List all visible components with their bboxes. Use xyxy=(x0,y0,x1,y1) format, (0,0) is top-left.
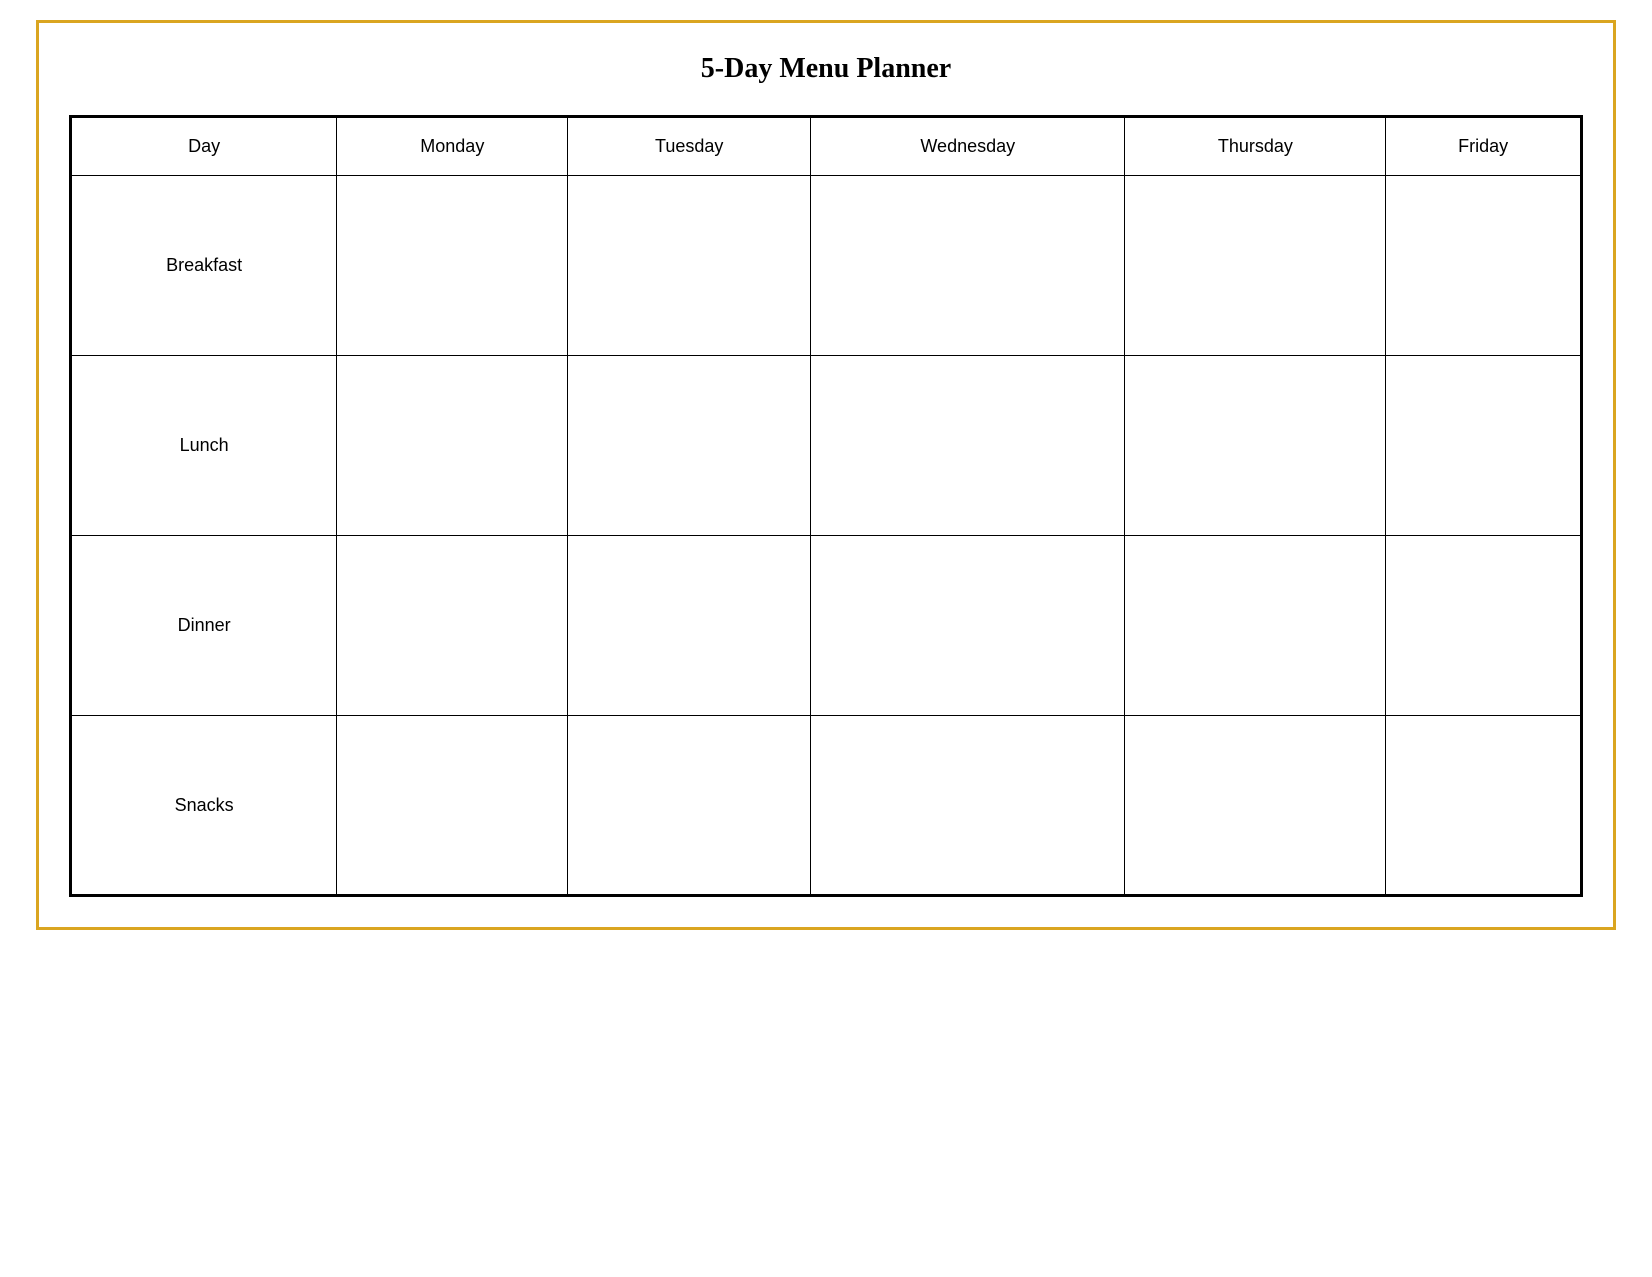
header-tuesday: Tuesday xyxy=(568,117,811,176)
cell-dinner-thursday[interactable] xyxy=(1125,536,1386,716)
cell-dinner-wednesday[interactable] xyxy=(811,536,1125,716)
cell-breakfast-tuesday[interactable] xyxy=(568,176,811,356)
header-row: Day Monday Tuesday Wednesday Thursday Fr… xyxy=(71,117,1582,176)
meal-label-dinner: Dinner xyxy=(178,615,231,635)
cell-snacks-wednesday[interactable] xyxy=(811,716,1125,896)
cell-breakfast-friday[interactable] xyxy=(1386,176,1582,356)
cell-dinner-tuesday[interactable] xyxy=(568,536,811,716)
header-thursday: Thursday xyxy=(1125,117,1386,176)
header-monday: Monday xyxy=(337,117,568,176)
cell-lunch-thursday[interactable] xyxy=(1125,356,1386,536)
cell-breakfast-thursday[interactable] xyxy=(1125,176,1386,356)
header-friday: Friday xyxy=(1386,117,1582,176)
row-label-dinner[interactable]: Dinner xyxy=(71,536,337,716)
header-wednesday: Wednesday xyxy=(811,117,1125,176)
cell-dinner-friday[interactable] xyxy=(1386,536,1582,716)
cell-breakfast-monday[interactable] xyxy=(337,176,568,356)
meal-label-breakfast: Breakfast xyxy=(166,255,242,275)
cell-snacks-tuesday[interactable] xyxy=(568,716,811,896)
table-row: Lunch xyxy=(71,356,1582,536)
cell-lunch-tuesday[interactable] xyxy=(568,356,811,536)
row-label-lunch[interactable]: Lunch xyxy=(71,356,337,536)
cell-snacks-friday[interactable] xyxy=(1386,716,1582,896)
cell-breakfast-wednesday[interactable] xyxy=(811,176,1125,356)
row-label-breakfast[interactable]: Breakfast xyxy=(71,176,337,356)
cell-snacks-thursday[interactable] xyxy=(1125,716,1386,896)
cell-dinner-monday[interactable] xyxy=(337,536,568,716)
cell-lunch-monday[interactable] xyxy=(337,356,568,536)
page-title: 5-Day Menu Planner xyxy=(69,53,1583,85)
table-row: Snacks xyxy=(71,716,1582,896)
planner-table: Day Monday Tuesday Wednesday Thursday Fr… xyxy=(69,115,1583,897)
table-row: Dinner xyxy=(71,536,1582,716)
cell-snacks-monday[interactable] xyxy=(337,716,568,896)
meal-label-lunch: Lunch xyxy=(180,435,229,455)
meal-label-snacks: Snacks xyxy=(175,795,234,815)
row-label-snacks[interactable]: Snacks xyxy=(71,716,337,896)
table-row: Breakfast xyxy=(71,176,1582,356)
cell-lunch-wednesday[interactable] xyxy=(811,356,1125,536)
cell-lunch-friday[interactable] xyxy=(1386,356,1582,536)
header-day: Day xyxy=(71,117,337,176)
page-wrapper: 5-Day Menu Planner Day Monday Tuesday We… xyxy=(36,20,1616,930)
